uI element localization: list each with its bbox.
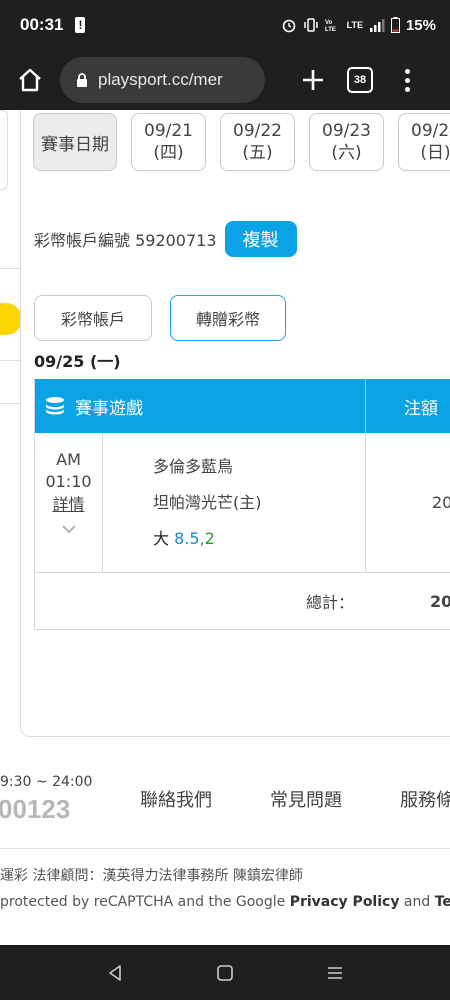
date-text: 09/22 bbox=[233, 120, 282, 141]
alert-icon bbox=[75, 17, 86, 33]
weekday-text: (五) bbox=[242, 143, 273, 163]
date-label: 賽事日期 bbox=[33, 113, 117, 171]
wallet-actions: 彩幣帳戶 轉贈彩幣 bbox=[34, 295, 286, 341]
header-game-label: 賽事遊戲 bbox=[75, 398, 143, 419]
url-text: playsport.cc/mer bbox=[98, 70, 223, 89]
game-time: AM 01:10 詳情 bbox=[35, 433, 103, 572]
home-team: 坦帕灣光芒(主) bbox=[153, 493, 262, 512]
home-square-icon bbox=[217, 964, 233, 981]
date-button-0923[interactable]: 09/23 (六) bbox=[309, 113, 384, 171]
coin-stack-icon bbox=[46, 397, 64, 415]
footer-links: 聯絡我們 常見問題 服務條 bbox=[140, 786, 450, 812]
address-bar[interactable]: playsport.cc/mer bbox=[60, 57, 265, 103]
terms-link[interactable]: Terms o bbox=[435, 894, 450, 910]
bet-amount: 20 bbox=[432, 493, 450, 512]
tab-switcher-button[interactable]: 38 bbox=[347, 67, 373, 93]
wifi-calling-icon: VoLTE bbox=[325, 20, 336, 33]
footer-link-contact[interactable]: 聯絡我們 bbox=[140, 786, 212, 812]
bet-table: 賽事遊戲 注額 AM 01:10 詳情 多倫多藍鳥 坦帕灣光芒(主) 大 8.5… bbox=[34, 379, 450, 630]
selected-date: 09/25 (一) bbox=[34, 352, 121, 371]
service-hours: 9:30 ~ 24:00 bbox=[0, 774, 93, 790]
browser-toolbar: playsport.cc/mer 38 bbox=[0, 50, 450, 110]
side-tab[interactable] bbox=[0, 303, 22, 335]
footer-link-faq[interactable]: 常見問題 bbox=[270, 786, 342, 812]
bet-odds: 2 bbox=[204, 529, 215, 548]
detail-link[interactable]: 詳情 bbox=[52, 494, 84, 516]
divider bbox=[0, 403, 20, 404]
back-button[interactable] bbox=[95, 953, 135, 993]
divider bbox=[0, 268, 20, 269]
date-text: 09/24 bbox=[411, 120, 450, 141]
divider bbox=[0, 360, 20, 361]
divider bbox=[0, 848, 450, 849]
weekday-text: (四) bbox=[153, 143, 184, 163]
side-panel-edge bbox=[0, 110, 8, 190]
recents-button[interactable] bbox=[315, 953, 355, 993]
battery-level: 15% bbox=[405, 16, 436, 34]
battery-icon bbox=[390, 17, 400, 33]
account-row: 彩幣帳戶編號 59200713 複製 bbox=[34, 221, 297, 257]
lte-label: LTE bbox=[346, 19, 363, 30]
legal-text: 運彩 法律顧問：漢英得力法律事務所 陳鎮宏律師 bbox=[0, 868, 303, 884]
signal-icon bbox=[369, 19, 385, 32]
svg-text:LTE: LTE bbox=[325, 27, 336, 33]
status-bar: 00:31 VoLTE LTE 15% bbox=[0, 0, 450, 50]
back-icon bbox=[109, 964, 121, 981]
date-selector: 賽事日期 09/21 (四) 09/22 (五) 09/23 (六) 09/24… bbox=[33, 113, 450, 171]
bet-line: 大 8.5,2 bbox=[153, 529, 215, 548]
wallet-button[interactable]: 彩幣帳戶 bbox=[34, 295, 152, 341]
privacy-policy-link[interactable]: Privacy Policy bbox=[290, 894, 400, 910]
bet-type: 大 bbox=[153, 529, 170, 548]
weekday-text: (六) bbox=[331, 143, 362, 163]
home-icon bbox=[19, 68, 41, 92]
date-button-0922[interactable]: 09/22 (五) bbox=[220, 113, 295, 171]
transfer-button[interactable]: 轉贈彩幣 bbox=[170, 295, 286, 341]
plus-icon bbox=[303, 70, 323, 90]
home-button[interactable] bbox=[10, 60, 50, 100]
copy-button[interactable]: 複製 bbox=[224, 221, 297, 257]
date-button-0924[interactable]: 09/24 (日) bbox=[398, 113, 450, 171]
vibrate-icon bbox=[303, 18, 318, 32]
browser-menu-button[interactable] bbox=[397, 60, 417, 100]
away-team: 多倫多藍鳥 bbox=[153, 457, 234, 476]
header-amount: 注額 bbox=[404, 398, 438, 419]
home-nav-button[interactable] bbox=[205, 953, 245, 993]
bet-line-value: 8.5 bbox=[174, 529, 200, 548]
alarm-icon bbox=[282, 19, 295, 33]
service-phone: 00123 bbox=[0, 794, 71, 824]
table-header: 賽事遊戲 注額 bbox=[35, 379, 450, 433]
clock: 00:31 bbox=[20, 15, 64, 34]
weekday-text: (日) bbox=[420, 143, 450, 163]
time-ampm: AM bbox=[56, 450, 81, 469]
table-row: AM 01:10 詳情 多倫多藍鳥 坦帕灣光芒(主) 大 8.5,2 20 bbox=[35, 433, 450, 573]
recents-icon bbox=[328, 966, 342, 979]
svg-text:Vo: Vo bbox=[325, 20, 333, 26]
total-value: 20 bbox=[430, 591, 450, 611]
date-text: 09/23 bbox=[322, 120, 371, 141]
lock-icon bbox=[77, 73, 87, 87]
header-game: 賽事遊戲 bbox=[35, 379, 366, 433]
date-button-0921[interactable]: 09/21 (四) bbox=[131, 113, 206, 171]
system-nav-bar bbox=[0, 945, 450, 1000]
chevron-down-icon[interactable] bbox=[61, 524, 77, 534]
captcha-notice: protected by reCAPTCHA and the Google Pr… bbox=[0, 894, 450, 910]
table-footer: 總計： 20 bbox=[35, 573, 450, 629]
footer-link-terms[interactable]: 服務條 bbox=[400, 786, 450, 812]
time-value: 01:10 bbox=[45, 471, 92, 491]
page-content: 賽事日期 09/21 (四) 09/22 (五) 09/23 (六) 09/24… bbox=[0, 110, 450, 945]
captcha-text: protected by reCAPTCHA and the Google bbox=[0, 894, 290, 910]
captcha-and: and bbox=[399, 894, 435, 910]
new-tab-button[interactable] bbox=[295, 60, 331, 100]
total-label: 總計： bbox=[305, 593, 354, 612]
account-number: 彩幣帳戶編號 59200713 bbox=[34, 231, 217, 250]
date-text: 09/21 bbox=[144, 120, 193, 141]
game-info: 多倫多藍鳥 坦帕灣光芒(主) 大 8.5,2 bbox=[103, 433, 366, 572]
